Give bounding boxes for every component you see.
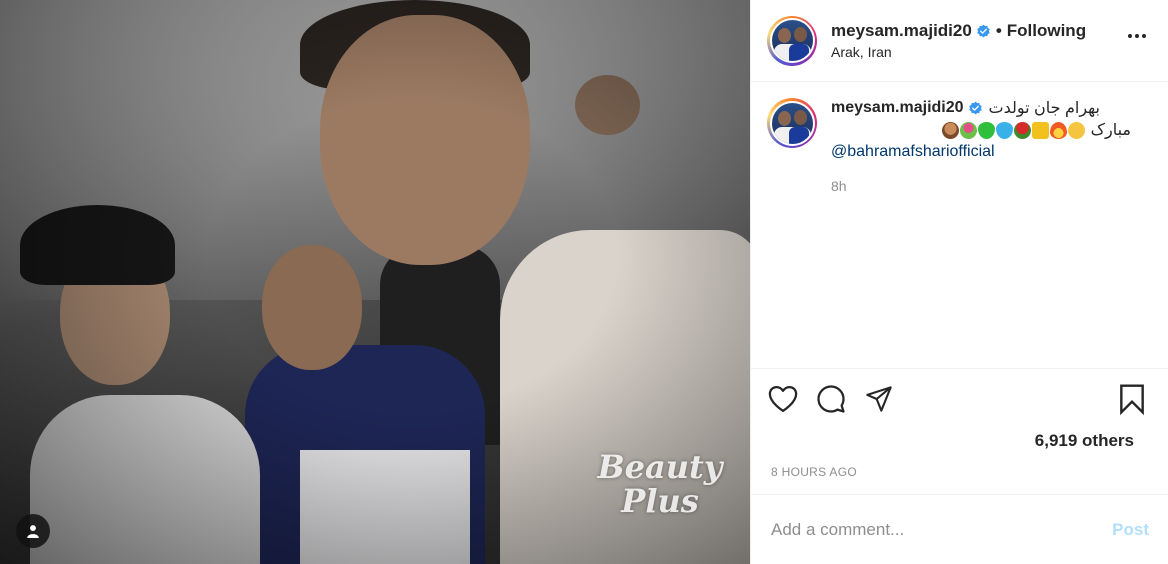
caption-avatar-image <box>771 102 813 144</box>
verified-badge-icon <box>968 101 982 114</box>
bouquet-emoji-icon <box>959 121 977 139</box>
comment-icon <box>817 385 845 413</box>
fire-emoji-icon <box>1049 121 1067 139</box>
watermark-line2: Plus <box>621 482 699 520</box>
caption-avatar[interactable] <box>767 98 817 148</box>
user-icon <box>27 525 39 538</box>
post-photo[interactable]: Beauty Plus <box>0 0 750 564</box>
photo-watermark: Beauty Plus <box>585 450 735 518</box>
cake-emoji-icon <box>941 121 959 139</box>
post-timestamp[interactable]: 8 HOURS AGO <box>771 465 857 479</box>
comment-input[interactable] <box>771 519 1113 540</box>
caption: meysam.majidi20 بهرام جان تولدت مبارک @b… <box>767 98 1152 194</box>
avatar[interactable] <box>767 15 817 66</box>
header-separator: • <box>995 21 1002 40</box>
likes-count[interactable]: 6,919 others <box>1035 431 1134 451</box>
post-comment-button[interactable]: Post <box>1112 520 1149 540</box>
caption-emojis <box>941 121 1085 139</box>
add-comment-bar: Post <box>751 494 1168 564</box>
heart-icon <box>768 386 798 412</box>
clapping-hands-emoji-icon <box>1067 121 1085 139</box>
caption-text-line2: مبارک <box>1090 122 1131 139</box>
post-actions: 6,919 others 8 HOURS AGO <box>751 368 1168 496</box>
watermark-line1: Beauty <box>597 448 723 486</box>
blue-heart-emoji-icon <box>995 121 1013 139</box>
share-icon <box>866 386 892 412</box>
following-button[interactable]: Following <box>1007 21 1086 41</box>
post-header: meysam.majidi20 • Following Arak, Iran <box>751 0 1168 82</box>
avatar-image <box>771 20 813 61</box>
caption-text-line1: بهرام جان تولدت <box>988 100 1100 117</box>
header-text: meysam.majidi20 • Following Arak, Iran <box>831 21 1086 60</box>
mention-link[interactable]: @bahramafshariofficial <box>831 143 995 161</box>
caption-time: 8h <box>831 178 847 194</box>
caption-username[interactable]: meysam.majidi20 <box>831 99 964 117</box>
tagged-users-button[interactable] <box>16 514 50 548</box>
location-link[interactable]: Arak, Iran <box>831 44 1086 60</box>
caption-body: meysam.majidi20 بهرام جان تولدت مبارک @b… <box>831 98 1131 194</box>
green-heart-emoji-icon <box>977 121 995 139</box>
more-options-icon[interactable] <box>1128 34 1146 38</box>
comment-button[interactable] <box>813 381 849 417</box>
header-username[interactable]: meysam.majidi20 <box>831 21 972 41</box>
verified-badge-icon <box>977 24 990 37</box>
crown-emoji-icon <box>1031 121 1049 139</box>
post-dialog: Beauty Plus meysam.majidi20 • Following … <box>0 0 1168 564</box>
share-button[interactable] <box>861 381 897 417</box>
comments-section: meysam.majidi20 بهرام جان تولدت مبارک @b… <box>751 82 1168 368</box>
post-side-panel: meysam.majidi20 • Following Arak, Iran m… <box>750 0 1168 564</box>
rose-emoji-icon <box>1013 121 1031 139</box>
like-button[interactable] <box>765 381 801 417</box>
save-button[interactable] <box>1114 381 1150 417</box>
bookmark-icon <box>1120 384 1144 415</box>
